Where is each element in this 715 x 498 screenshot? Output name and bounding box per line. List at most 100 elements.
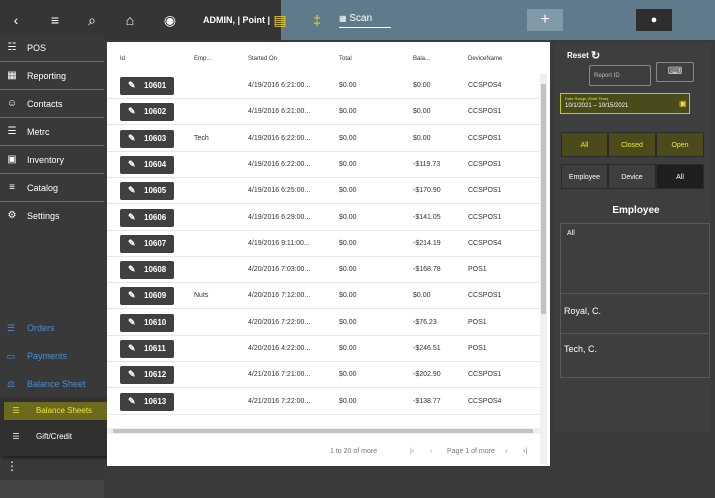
- utensils-icon[interactable]: ‡: [307, 10, 327, 30]
- cell-started-on: 4/21/2016 7:21:00...: [248, 371, 311, 379]
- edit-record-button[interactable]: ✎ 10606: [120, 208, 174, 227]
- employee-item[interactable]: Royal, C.: [561, 294, 709, 334]
- location-icon[interactable]: ◉: [160, 10, 180, 30]
- status-closed-button[interactable]: Closed: [608, 132, 656, 157]
- next-page-icon[interactable]: ›: [505, 448, 507, 455]
- submenu-item-balance-sheets[interactable]: ☰ Balance Sheets: [4, 402, 110, 420]
- table-row[interactable]: ✎ 10608 4/20/2016 7:03:00... $0.00 -$168.78 P…: [107, 257, 539, 284]
- sidebar-item-label: Catalog: [27, 183, 59, 193]
- employee-item-all[interactable]: All: [561, 224, 709, 294]
- sidebar-item-label: Orders: [27, 323, 55, 333]
- first-page-icon[interactable]: |‹: [410, 448, 414, 455]
- sidebar-item-contacts[interactable]: ☺ Contacts: [0, 90, 104, 118]
- table-row[interactable]: ✎ 10613 4/21/2016 7:22:00... $0.00 -$138.77 C…: [107, 389, 539, 415]
- edit-record-button[interactable]: ✎ 10607: [120, 234, 174, 253]
- scrollbar-thumb[interactable]: [541, 84, 546, 314]
- sidebar-item-label: Payments: [27, 351, 68, 361]
- report-id-input[interactable]: Report ID: [589, 65, 651, 86]
- table-row[interactable]: ✎ 10604 4/19/2016 6:22:00... $0.00 -$119.73 C…: [107, 152, 539, 178]
- sidebar-item-metrc[interactable]: ☰ Metrc: [0, 118, 104, 146]
- status-all-button[interactable]: All: [561, 132, 608, 157]
- add-button[interactable]: +: [527, 9, 563, 31]
- date-range-field[interactable]: Date Range (Start Time) 10/1/2021 – 10/1…: [560, 93, 690, 114]
- record-id: 10610: [144, 317, 167, 327]
- edit-record-button[interactable]: ✎ 10603: [120, 129, 174, 148]
- sidebar-item-settings[interactable]: ⚙ Settings: [0, 202, 104, 230]
- reset-button[interactable]: Reset ↻: [567, 50, 600, 62]
- submenu-item-label: Gift/Credit: [36, 432, 73, 441]
- user-button[interactable]: ●: [636, 9, 672, 31]
- column-header-total[interactable]: Total: [339, 56, 352, 62]
- sidebar-item-balance-sheet[interactable]: ⚖ Balance Sheet: [0, 372, 104, 396]
- cell-balance: -$119.73: [413, 160, 441, 168]
- vertical-scrollbar[interactable]: [540, 74, 547, 464]
- cell-started-on: 4/19/2016 6:21:00...: [248, 82, 311, 89]
- pencil-icon: ✎: [128, 369, 136, 380]
- sidebar-item-pos[interactable]: ☵ POS: [0, 34, 104, 62]
- record-id: 10605: [144, 186, 167, 196]
- table-row[interactable]: ✎ 10606 4/19/2016 6:29:00... $0.00 -$141.05 C…: [107, 205, 539, 231]
- cell-total: $0.00: [339, 213, 357, 221]
- table-row[interactable]: ✎ 10610 4/20/2016 7:22:00... $0.00 -$76.23 PO…: [107, 310, 539, 336]
- cell-balance: -$246.51: [413, 345, 441, 352]
- column-header-balance[interactable]: Bala...: [413, 56, 430, 62]
- column-header-employee[interactable]: Emp...: [194, 56, 211, 62]
- table-row[interactable]: ✎ 10611 4/20/2016 4:22:00... $0.00 -$246.51 P…: [107, 336, 539, 362]
- column-header-id[interactable]: Id: [120, 56, 125, 62]
- sidebar-item-inventory[interactable]: ▣ Inventory: [0, 146, 104, 174]
- type-device-button[interactable]: Device: [608, 164, 656, 189]
- sidebar-item-reporting[interactable]: ▦ Reporting: [0, 62, 104, 90]
- edit-record-button[interactable]: ✎ 10601: [120, 77, 174, 95]
- edit-record-button[interactable]: ✎ 10604: [120, 155, 174, 174]
- last-page-icon[interactable]: ›|: [523, 448, 527, 455]
- edit-record-button[interactable]: ✎ 10610: [120, 313, 174, 332]
- user-context-label: ADMIN, | Point |: [203, 15, 271, 25]
- type-all-button[interactable]: All: [656, 164, 704, 189]
- pencil-icon: ✎: [128, 158, 136, 169]
- edit-record-button[interactable]: ✎ 10608: [120, 261, 174, 280]
- search-icon[interactable]: ⌕: [82, 10, 102, 30]
- table-row[interactable]: ✎ 10601 4/19/2016 6:21:00... $0.00 $0.00 CCSP…: [107, 73, 539, 99]
- horizontal-scrollbar[interactable]: [107, 428, 540, 434]
- cell-started-on: 4/19/2016 6:21:00...: [248, 108, 311, 116]
- cell-total: $0.00: [339, 160, 357, 168]
- balance-sheet-submenu: ☰ Balance Sheets ☰ Gift/Credit: [0, 398, 122, 456]
- edit-record-button[interactable]: ✎ 10602: [120, 103, 174, 122]
- table-row[interactable]: ✎ 10603 Tech 4/19/2016 6:22:00... $0.00 $0.00…: [107, 126, 539, 152]
- register-icon[interactable]: ▤: [270, 10, 290, 30]
- status-open-button[interactable]: Open: [656, 132, 704, 157]
- column-header-started-on[interactable]: Started On: [248, 56, 277, 62]
- table-row[interactable]: ✎ 10607 4/19/2016 9:11:00... $0.00 -$214.19 C…: [107, 231, 539, 257]
- table-row[interactable]: ✎ 10602 4/19/2016 6:21:00... $0.00 $0.00 CCSP…: [107, 99, 539, 126]
- sidebar-item-catalog[interactable]: ≡ Catalog: [0, 174, 104, 202]
- home-icon[interactable]: ⌂: [120, 10, 140, 30]
- type-employee-button[interactable]: Employee: [561, 164, 608, 189]
- menu-collapse-icon[interactable]: ≡: [45, 10, 65, 30]
- chevron-left-icon[interactable]: ‹: [6, 10, 26, 30]
- submenu-item-gift-credit[interactable]: ☰ Gift/Credit: [4, 428, 110, 446]
- edit-record-button[interactable]: ✎ 10613: [120, 392, 174, 411]
- edit-record-button[interactable]: ✎ 10609: [120, 287, 174, 306]
- edit-record-button[interactable]: ✎ 10612: [120, 366, 174, 385]
- cell-balance: -$138.77: [413, 397, 441, 405]
- prev-page-icon[interactable]: ‹: [430, 448, 432, 455]
- cell-total: $0.00: [339, 82, 357, 89]
- table-row[interactable]: ✎ 10612 4/21/2016 7:21:00... $0.00 -$202.90 C…: [107, 362, 539, 389]
- table-row[interactable]: ✎ 10609 Nuts 4/20/2016 7:12:00... $0.00 $0.00…: [107, 283, 539, 310]
- edit-record-button[interactable]: ✎ 10605: [120, 182, 174, 201]
- edit-record-button[interactable]: ✎ 10611: [120, 340, 174, 358]
- list-icon: ☰: [7, 126, 17, 137]
- sidebar-item-payments[interactable]: ▭ Payments: [0, 344, 104, 368]
- scan-field[interactable]: ▦ Scan: [339, 11, 391, 28]
- column-header-device[interactable]: DeviceName: [468, 56, 502, 62]
- keyboard-button[interactable]: ⌨: [656, 62, 694, 82]
- more-vert-icon[interactable]: ⋮: [6, 459, 18, 473]
- employee-item[interactable]: Tech, C.: [561, 334, 709, 377]
- calendar-icon[interactable]: ▣: [679, 99, 687, 108]
- plus-icon: +: [540, 11, 550, 28]
- scrollbar-thumb[interactable]: [113, 429, 533, 433]
- cell-started-on: 4/20/2016 7:12:00...: [248, 292, 311, 300]
- sidebar-item-orders[interactable]: ☰ Orders: [0, 316, 104, 340]
- table-row[interactable]: ✎ 10605 4/19/2016 6:25:00... $0.00 -$170.90 C…: [107, 178, 539, 205]
- contacts-icon: ☺: [6, 98, 18, 109]
